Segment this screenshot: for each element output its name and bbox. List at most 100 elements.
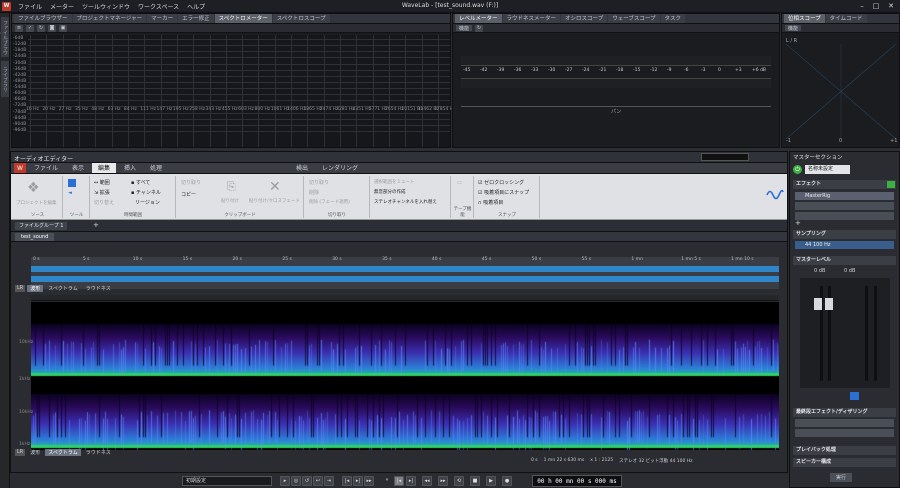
speaker-config-header[interactable]: スピーカー構成 bbox=[793, 458, 896, 467]
dock-tab-file-browser[interactable]: ファイルブラウザー bbox=[0, 17, 9, 57]
ribbon-tab-process[interactable]: 処理 bbox=[144, 163, 168, 173]
swap-channels-button[interactable]: ステレオチャンネルを入れ替え bbox=[374, 199, 437, 205]
tab-spectroscope[interactable]: スペクトロスコープ bbox=[272, 14, 330, 23]
add-group-icon[interactable]: + bbox=[93, 221, 99, 229]
crossfade-icon[interactable]: ✕ bbox=[269, 179, 281, 195]
snapshot-icon[interactable]: ▣ bbox=[59, 25, 67, 32]
delete-button[interactable]: 削除 bbox=[309, 189, 319, 196]
repeat-icon[interactable]: ↺ bbox=[302, 476, 312, 486]
settings-icon[interactable]: ≡ bbox=[15, 25, 23, 32]
ribbon-tab-insert[interactable]: 挿入 bbox=[118, 163, 142, 173]
minimize-icon[interactable]: – bbox=[856, 1, 868, 11]
maximize-icon[interactable]: □ bbox=[870, 1, 882, 11]
range-button[interactable]: ↔ 範囲 bbox=[94, 179, 110, 186]
effects-toggle-icon[interactable] bbox=[887, 181, 895, 188]
workspace-preset-dropdown[interactable]: 初期設定 bbox=[182, 476, 272, 486]
overview-waveform[interactable]: 0 s5 s 10 s 15 s 20 s 25 s 30 s 35 s 40 s 45 s 50… bbox=[31, 257, 779, 289]
tape-icon[interactable]: ▭ bbox=[457, 180, 462, 186]
preset-field[interactable]: 名称未設定 bbox=[805, 165, 850, 174]
fader-right[interactable] bbox=[825, 298, 833, 310]
time-display[interactable]: 00 h 00 mn 00 s 000 ms bbox=[532, 475, 622, 487]
tab-timecode[interactable]: タイムコード bbox=[825, 14, 867, 23]
extend-button[interactable]: ⇲ 拡張 bbox=[94, 189, 110, 196]
loop-icon[interactable]: ▸ bbox=[280, 476, 290, 486]
level-settings-button[interactable]: 機能 bbox=[456, 25, 473, 32]
ribbon-tab-analysis[interactable]: 検出 bbox=[290, 163, 314, 173]
view-tab-loudness-bottom[interactable]: ラウドネス bbox=[83, 449, 114, 456]
view-tab-spectrum-bottom[interactable]: スペクトラム bbox=[45, 449, 81, 456]
tab-phase-scope[interactable]: 位相スコープ bbox=[784, 14, 825, 23]
add-effect-icon[interactable]: + bbox=[795, 219, 801, 227]
tab-project-manager[interactable]: プロジェクトマネージャー bbox=[72, 14, 147, 23]
effect-slot-3[interactable] bbox=[795, 212, 894, 220]
cut-trim-button[interactable]: 切り取り bbox=[309, 179, 329, 186]
check-icon[interactable]: ✓ bbox=[26, 25, 34, 32]
ribbon-tab-view[interactable]: 表示 bbox=[66, 163, 90, 173]
tab-level-meter[interactable]: レベルメーター bbox=[455, 14, 502, 23]
fader-left[interactable] bbox=[814, 298, 822, 310]
render-button[interactable]: 実行 bbox=[830, 473, 853, 482]
go-start2-icon[interactable]: ▸| bbox=[406, 476, 416, 486]
camera-icon[interactable]: ◙ bbox=[48, 25, 56, 32]
phase-settings-button[interactable]: 機能 bbox=[785, 25, 802, 32]
go-end-icon[interactable]: ▸▸ bbox=[364, 476, 374, 486]
final-effects-header[interactable]: 最終段エフェクト/ディザリング bbox=[793, 408, 896, 417]
skip-icon[interactable]: ⇥ bbox=[324, 476, 334, 486]
close-icon[interactable]: ✕ bbox=[885, 1, 897, 11]
menu-workspace[interactable]: ワークスペース bbox=[138, 2, 179, 11]
tab-loudness-meter[interactable]: ラウドネスメーター bbox=[502, 14, 561, 23]
spectrogram-view[interactable] bbox=[31, 302, 779, 450]
menu-tool-window[interactable]: ツールウィンドウ bbox=[82, 2, 130, 11]
prev-marker-icon[interactable]: |◂ bbox=[342, 476, 352, 486]
view-tab-waveform-top[interactable]: 波形 bbox=[27, 285, 44, 292]
status-position[interactable]: 0 s bbox=[531, 458, 538, 464]
effects-section-header[interactable]: エフェクト bbox=[793, 180, 896, 189]
ribbon-tab-file[interactable]: ファイル bbox=[28, 163, 64, 173]
effect-slot-masterrig[interactable]: MasterRig bbox=[795, 192, 894, 200]
resampling-section-header[interactable]: サンプリング bbox=[793, 230, 896, 239]
select-tool-icon[interactable] bbox=[68, 179, 76, 187]
create-silence-button[interactable]: 無音部分の作成 bbox=[374, 189, 406, 195]
copy-button[interactable]: コピー bbox=[181, 191, 196, 198]
rewind-icon[interactable]: ◂◂ bbox=[422, 476, 432, 486]
record-mode-icon[interactable]: ◎ bbox=[291, 476, 301, 486]
menu-help[interactable]: ヘルプ bbox=[187, 2, 205, 11]
tab-error-correction[interactable]: エラー修正 bbox=[178, 14, 214, 23]
final-effect-slot-1[interactable] bbox=[795, 419, 894, 427]
fast-forward-icon[interactable]: ▸▸ bbox=[438, 476, 448, 486]
tab-file-browser[interactable]: ファイルブラウザー bbox=[14, 14, 72, 23]
view-tab-lr-bottom[interactable]: LR bbox=[15, 449, 26, 456]
tab-wavescope[interactable]: ウェーブスコープ bbox=[608, 14, 660, 23]
toggle-button[interactable]: 切り替え bbox=[94, 199, 114, 206]
view-tab-waveform-bottom[interactable]: 波形 bbox=[27, 449, 43, 456]
loop-play-icon[interactable]: ⟲ bbox=[454, 476, 464, 486]
view-tab-spectrum-top[interactable]: スペクトラム bbox=[45, 285, 81, 292]
refresh-icon[interactable]: ↻ bbox=[475, 25, 484, 32]
channel-button[interactable]: ▪ チャンネル bbox=[131, 189, 161, 196]
zoom-dropdown[interactable] bbox=[701, 153, 749, 161]
record-icon[interactable]: ● bbox=[502, 476, 512, 486]
go-start-icon[interactable]: |◂ bbox=[394, 476, 404, 486]
expand-icon[interactable]: » bbox=[382, 476, 392, 486]
speaker-tool-icon[interactable]: ◄ bbox=[68, 190, 72, 196]
status-format[interactable]: ステレオ 32 ビット浮動 44 100 Hz bbox=[619, 458, 692, 464]
mute-selection-button[interactable]: 選択範囲をミュート bbox=[374, 179, 415, 185]
file-tab-test-sound[interactable]: test_sound bbox=[15, 233, 55, 241]
effect-slot-2[interactable] bbox=[795, 202, 894, 210]
cut-button[interactable]: 切り取り bbox=[181, 179, 201, 186]
menu-meter[interactable]: メーター bbox=[50, 2, 74, 11]
tab-tasks[interactable]: タスク bbox=[660, 14, 686, 23]
resample-rate-dropdown[interactable]: 44 100 Hz bbox=[795, 241, 894, 249]
tab-spectrometer[interactable]: スペクトロメーター bbox=[214, 14, 272, 23]
playback-processing-header[interactable]: プレイバック処理 bbox=[793, 446, 896, 455]
power-icon[interactable]: ⏻ bbox=[793, 165, 802, 174]
file-group-tab[interactable]: ファイルグループ 1 bbox=[15, 222, 68, 230]
snap-to-items-checkbox[interactable]: ☑ 吸着項目にスナップ bbox=[478, 189, 529, 196]
link-icon[interactable] bbox=[850, 392, 859, 400]
paste-button[interactable]: 貼り付け bbox=[221, 198, 239, 204]
status-selection[interactable]: 1 mn 22 s 630 ms bbox=[544, 458, 585, 464]
play-icon[interactable]: ▶ bbox=[486, 476, 496, 486]
next-marker-icon[interactable]: ▸| bbox=[353, 476, 363, 486]
tab-markers[interactable]: マーカー bbox=[147, 14, 178, 23]
ribbon-tab-edit[interactable]: 編集 bbox=[91, 163, 116, 173]
